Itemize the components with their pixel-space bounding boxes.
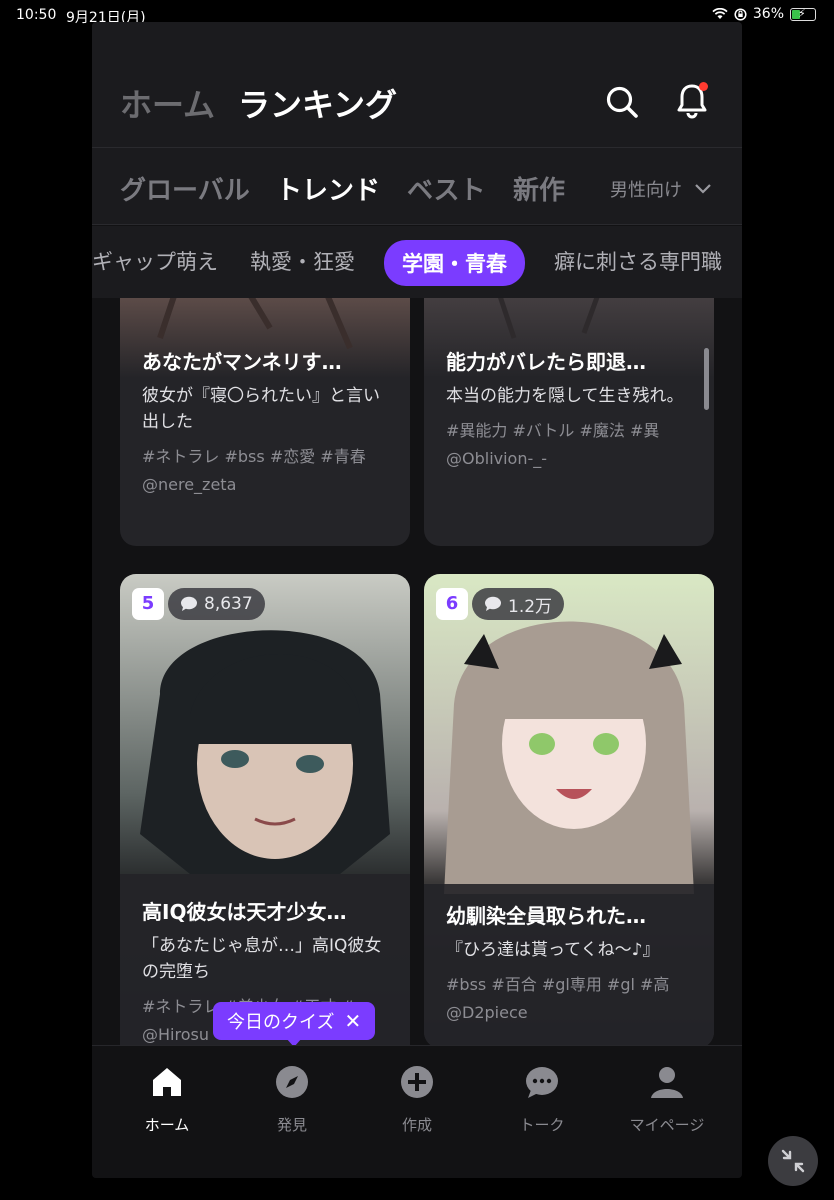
daily-quiz-label: 今日のクイズ (227, 1012, 335, 1033)
card-title: 能力がバレたら即退… (446, 350, 646, 374)
card-description: 『ひろ達は貰ってくね〜♪』 (446, 940, 660, 960)
exit-fullscreen-button[interactable] (768, 1136, 818, 1186)
app-window: ホーム ランキング グローバル トレンド ベスト 新作 男性向け ギャップ萌え … (92, 22, 742, 1178)
collapse-arrows-icon (781, 1149, 805, 1173)
comment-count: 1.2万 (508, 596, 553, 617)
genre-chip-obsession[interactable]: 執愛・狂愛 (250, 246, 355, 276)
card-tags: #bss #百合 #gl専用 #gl #高 (446, 975, 670, 994)
ranking-tabs: グローバル トレンド ベスト 新作 男性向け (92, 147, 742, 225)
nav-label: 発見 (276, 1116, 307, 1134)
genre-chips: ギャップ萌え 執愛・狂愛 学園・青春 癖に刺さる専門職 (92, 226, 742, 298)
compass-icon (276, 1066, 308, 1098)
status-time: 10:50 (16, 7, 57, 23)
tab-best[interactable]: ベスト (407, 170, 486, 207)
nav-item-discover[interactable]: 発見 (237, 1062, 347, 1135)
ranking-feed[interactable]: あなたがマンネリす… 彼女が『寝〇られたい』と言い出した #ネトラレ #bss … (92, 298, 742, 1045)
app-header: ホーム ランキング (92, 22, 742, 147)
gender-filter-select[interactable]: 男性向け (610, 176, 712, 202)
gender-filter-value: 男性向け (610, 180, 682, 201)
card-tags: #異能力 #バトル #魔法 #異 (446, 421, 660, 440)
nav-label: トーク (519, 1116, 565, 1134)
scrollbar[interactable] (704, 348, 709, 410)
bottom-navigation: ホーム 発見 作成 トーク マイページ (92, 1045, 742, 1178)
comment-icon (181, 596, 197, 611)
header-tab-ranking[interactable]: ランキング (238, 80, 397, 126)
nav-item-talk[interactable]: トーク (487, 1062, 597, 1135)
nav-item-create[interactable]: 作成 (362, 1062, 472, 1135)
close-icon[interactable]: ✕ (344, 1009, 361, 1033)
card-title: 幼馴染全員取られた… (446, 904, 646, 928)
nav-item-home[interactable]: ホーム (112, 1062, 222, 1135)
story-card[interactable]: 能力がバレたら即退… 本当の能力を隠して生き残れ。 #異能力 #バトル #魔法 … (424, 298, 714, 546)
card-description: 本当の能力を隠して生き残れ。 (446, 386, 684, 406)
card-description: 「あなたじゃ息が…」高IQ彼女の完堕ち (142, 936, 382, 982)
nav-label: マイページ (629, 1116, 705, 1134)
comment-count-badge: 1.2万 (472, 588, 565, 620)
plus-circle-icon (401, 1066, 433, 1098)
rank-badge: 5 (132, 588, 164, 620)
genre-chip-school[interactable]: 学園・青春 (384, 240, 525, 286)
comment-icon (485, 596, 501, 611)
nav-label: ホーム (144, 1116, 190, 1134)
chevron-down-icon (695, 184, 711, 194)
comment-count-badge: 8,637 (168, 588, 265, 620)
comment-count: 8,637 (204, 594, 253, 614)
header-tab-home[interactable]: ホーム (120, 80, 215, 126)
notification-button[interactable] (674, 82, 710, 120)
card-author[interactable]: @D2piece (446, 1003, 692, 1022)
nav-item-mypage[interactable]: マイページ (612, 1062, 722, 1135)
notification-dot (699, 82, 708, 91)
rank-badge: 6 (436, 588, 468, 620)
battery-icon: ⚡ (790, 7, 816, 21)
card-author[interactable]: @Oblivion-_- (446, 449, 692, 468)
wifi-icon (712, 8, 728, 19)
orientation-lock-icon (734, 7, 747, 21)
card-tags: #ネトラレ #bss #恋愛 #青春 (142, 447, 366, 466)
card-title: 高IQ彼女は天才少女… (142, 900, 347, 924)
card-author[interactable]: @nere_zeta (142, 475, 388, 494)
card-description: 彼女が『寝〇られたい』と言い出した (142, 386, 380, 432)
story-card[interactable]: 6 1.2万 幼馴染全員取られた… 『ひろ達は貰ってくね〜♪』 #bss #百合… (424, 574, 714, 1045)
status-indicators: 36% ⚡ (712, 6, 816, 22)
story-card[interactable]: あなたがマンネリす… 彼女が『寝〇られたい』と言い出した #ネトラレ #bss … (120, 298, 410, 546)
genre-chip-gap[interactable]: ギャップ萌え (92, 246, 218, 276)
battery-percent: 36% (752, 6, 784, 22)
daily-quiz-tooltip[interactable]: 今日のクイズ ✕ (213, 1002, 376, 1040)
card-title: あなたがマンネリす… (142, 350, 342, 374)
tab-new[interactable]: 新作 (513, 170, 565, 207)
person-icon (651, 1067, 683, 1098)
chat-bubble-icon (526, 1067, 558, 1098)
tab-global[interactable]: グローバル (120, 170, 250, 207)
story-card[interactable]: 5 8,637 高IQ彼女は天才少女… 「あなたじゃ息が…」高IQ彼女の完堕ち … (120, 574, 410, 1045)
nav-label: 作成 (401, 1116, 432, 1134)
home-icon (153, 1068, 181, 1096)
genre-chip-profession[interactable]: 癖に刺さる専門職 (554, 246, 722, 276)
search-icon[interactable] (604, 84, 640, 120)
tab-trend[interactable]: トレンド (276, 170, 380, 207)
